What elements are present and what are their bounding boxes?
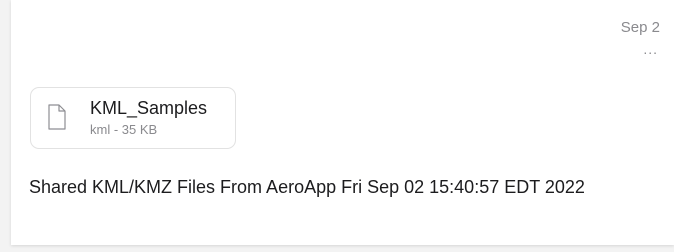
more-options-button[interactable]: ...	[643, 42, 658, 56]
message-body: Shared KML/KMZ Files From AeroApp Fri Se…	[29, 177, 585, 197]
message-date: Sep 2	[620, 19, 660, 36]
attachment-file-name: KML_Samples	[90, 98, 208, 118]
attachment-card[interactable]: KML_Samples kml - 35 KB	[30, 87, 236, 149]
attachment-file-meta: kml - 35 KB	[90, 122, 158, 137]
document-icon	[48, 104, 66, 130]
message-card: Sep 2 ... KML_Samples kml - 35 KB Shared…	[11, 0, 674, 245]
